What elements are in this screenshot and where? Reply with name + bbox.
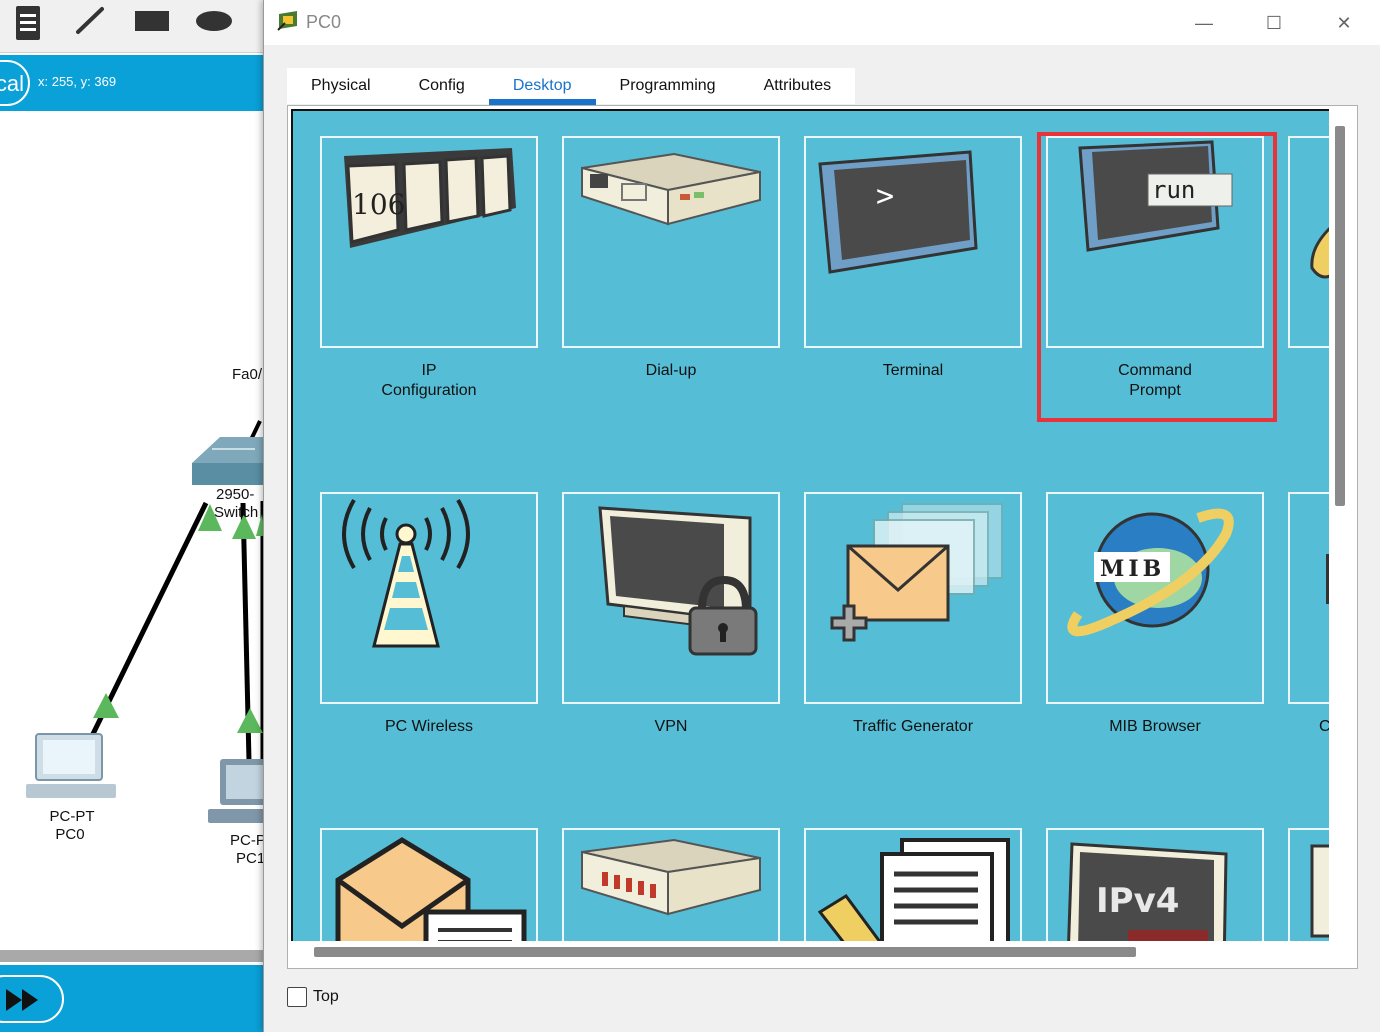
fast-forward-button[interactable] [0,975,64,1023]
app-label: Terminal [882,362,944,379]
pc0-icon[interactable] [26,733,116,798]
switch-label: 2950- [216,486,255,503]
app-tile-vpn[interactable] [562,492,780,704]
rectangle-tool-icon[interactable] [135,11,169,31]
partial-icon [1326,554,1329,604]
pc0-window: PC0 — ☐ ✕ Physical Config Desktop Progra… [263,0,1380,1032]
app-tile-email[interactable] [320,828,538,941]
app-tile-terminal[interactable]: > [804,136,1022,348]
app-label: Traffic Generator [852,718,974,735]
minimize-button[interactable]: — [1181,8,1227,38]
title-bar[interactable]: PC0 — ☐ ✕ [264,0,1380,45]
svg-text:>: > [876,179,894,214]
tab-bar: Physical Config Desktop Programming Attr… [287,68,856,105]
app-tile-mib-browser[interactable]: MIB [1046,492,1264,704]
cursor-coordinates: x: 255, y: 369 [38,74,117,89]
app-label: IP Configuration [381,362,477,399]
highlight-box [1037,132,1277,422]
partial-icon [1310,844,1329,938]
app-label: VPN [654,718,688,735]
app-label: MIB Browser [1109,718,1201,735]
workspace-toolbar [0,0,270,53]
window-title: PC0 [306,12,342,32]
link-light-icon [93,693,119,718]
link-light-icon [237,708,263,733]
switch-icon[interactable] [192,437,265,485]
window-content: Physical Config Desktop Programming Attr… [264,45,1380,1032]
desktop-apps-grid: 106 IP Configuration Dial-up > Terminal … [291,109,1329,941]
drawing-tools [16,6,232,40]
ellipse-tool-icon[interactable] [196,11,232,31]
svg-text:MIB: MIB [1100,556,1165,582]
top-checkbox[interactable] [287,987,307,1007]
workspace-scrollbar[interactable] [0,950,265,962]
app-tile-ip-configuration[interactable]: 106 [320,136,538,348]
port-label: Fa0/ [232,366,263,383]
svg-text:IPv4: IPv4 [1096,881,1179,921]
app-tile-dialup[interactable] [562,136,780,348]
partial-icon [1310,226,1329,279]
maximize-button[interactable]: ☐ [1251,8,1297,38]
app-tile-partial[interactable] [1288,828,1329,941]
pc-window-icon [277,11,297,31]
app-tile-pppoe[interactable] [562,828,780,941]
tab-programming[interactable]: Programming [595,68,740,104]
app-tile-partial[interactable] [1288,492,1329,704]
app-tile-pc-wireless[interactable] [320,492,538,704]
terminal-icon: > [818,150,978,274]
desktop-panel: 106 IP Configuration Dial-up > Terminal … [287,105,1358,969]
top-checkbox-label: Top [313,988,339,1005]
tab-desktop[interactable]: Desktop [488,68,596,105]
close-button[interactable]: ✕ [1321,8,1367,38]
vertical-scrollbar[interactable] [1335,126,1345,506]
fast-forward-icon [6,989,38,1011]
app-tile-traffic-generator[interactable] [804,492,1022,704]
horizontal-scrollbar[interactable] [314,947,1136,957]
svg-text:106: 106 [352,188,405,221]
app-label: PC Wireless [384,718,473,735]
switch-label: Switch [214,504,259,521]
pc0-type-label: PC-PT [49,808,95,825]
app-tile-ipv4[interactable]: IPv4 [1046,828,1264,941]
app-label: Ci [1289,717,1329,737]
vpn-lock-icon [598,506,758,656]
wireless-tower-icon [342,498,470,648]
app-tile-text-editor[interactable] [804,828,1022,941]
modem-icon [581,838,761,916]
tab-physical[interactable]: Physical [287,68,395,104]
pc1-icon[interactable] [208,759,270,823]
ipv4-icon: IPv4 [1067,842,1228,941]
dialup-icon [581,152,761,226]
line-tool-icon[interactable] [76,7,104,34]
app-label: Dial-up [645,362,697,379]
mib-browser-icon: MIB [1067,508,1234,637]
pc0-name-label: PC0 [55,826,85,843]
notes-icon[interactable] [16,6,40,40]
tab-attributes[interactable]: Attributes [739,68,856,104]
topology-canvas[interactable]: Fa0/ 2950- Switch PC-PT PC0 PC-P PC1 [0,111,270,949]
email-icon [335,837,527,941]
ip-config-icon: 106 [344,148,516,248]
traffic-generator-icon [830,503,1003,642]
text-editor-icon [817,838,1010,941]
tab-config[interactable]: Config [394,68,489,104]
app-tile-partial[interactable] [1288,136,1329,348]
